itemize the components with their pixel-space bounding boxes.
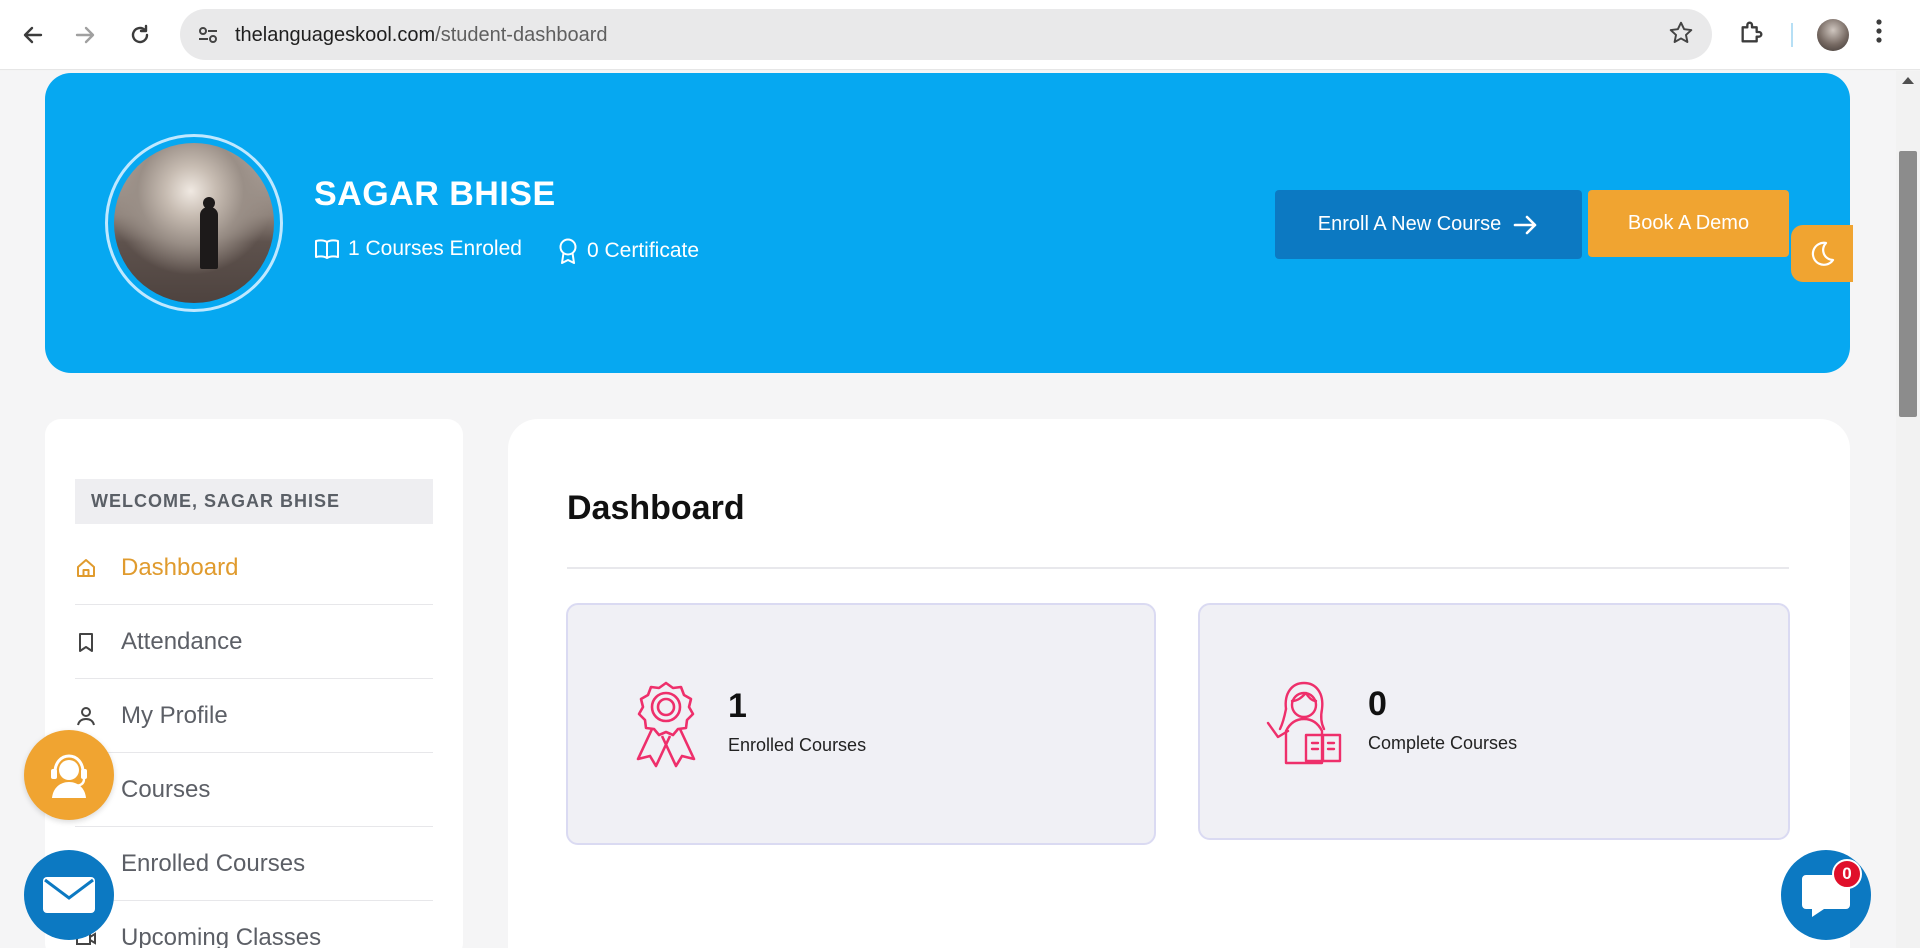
site-settings-icon[interactable] bbox=[196, 23, 220, 47]
sidebar-menu: Dashboard Attendance My Profile Courses bbox=[75, 531, 433, 948]
arrow-right-icon bbox=[1513, 215, 1537, 234]
enroll-new-course-button[interactable]: Enroll A New Course bbox=[1275, 190, 1582, 259]
courses-enrolled-text: 1 Courses Enroled bbox=[348, 237, 522, 260]
scroll-up-arrow-icon[interactable] bbox=[1902, 77, 1914, 84]
book-demo-button[interactable]: Book A Demo bbox=[1588, 190, 1789, 257]
demo-button-label: Book A Demo bbox=[1627, 212, 1750, 234]
certificate-text: 0 Certificate bbox=[587, 239, 700, 262]
sidebar-item-courses[interactable]: Courses bbox=[75, 753, 433, 827]
headset-agent-icon bbox=[51, 754, 87, 798]
toolbar-divider bbox=[1791, 23, 1793, 47]
certificate-meta: 0 Certificate bbox=[557, 237, 699, 265]
dark-mode-toggle[interactable] bbox=[1791, 225, 1853, 282]
url-path: /student-dashboard bbox=[435, 24, 608, 46]
dashboard-panel: Dashboard 1 Enrolled Courses 0 Complete … bbox=[508, 419, 1850, 948]
sidebar-item-my-profile[interactable]: My Profile bbox=[75, 679, 433, 753]
enrolled-courses-card: 1 Enrolled Courses bbox=[566, 603, 1156, 845]
sidebar-item-enrolled-courses[interactable]: Enrolled Courses bbox=[75, 827, 433, 901]
page-content: SAGAR BHISE 1 Courses Enroled 0 Certific… bbox=[0, 71, 1896, 948]
support-agent-button[interactable] bbox=[24, 730, 114, 820]
sidebar-item-dashboard[interactable]: Dashboard bbox=[75, 531, 433, 605]
home-icon bbox=[75, 557, 121, 579]
open-book-icon bbox=[315, 239, 339, 259]
sidebar-item-label: My Profile bbox=[121, 701, 228, 729]
reload-icon[interactable] bbox=[122, 17, 158, 53]
award-icon bbox=[559, 238, 577, 264]
courses-enrolled-meta: 1 Courses Enroled bbox=[314, 237, 522, 261]
page-title: Dashboard bbox=[567, 489, 745, 527]
browser-toolbar: thelanguageskool.com/student-dashboard bbox=[0, 0, 1920, 70]
chat-unread-badge: 0 bbox=[1832, 859, 1862, 889]
bookmark-icon bbox=[75, 631, 121, 653]
email-button[interactable] bbox=[24, 850, 114, 940]
sidebar-item-attendance[interactable]: Attendance bbox=[75, 605, 433, 679]
title-divider bbox=[567, 567, 1789, 569]
complete-courses-label: Complete Courses bbox=[1368, 733, 1518, 753]
avatar bbox=[105, 134, 283, 312]
sidebar: WELCOME, SAGAR BHISE Dashboard Attendanc… bbox=[45, 419, 463, 948]
award-ribbon-icon bbox=[626, 679, 706, 774]
welcome-heading: WELCOME, SAGAR BHISE bbox=[75, 479, 433, 524]
sidebar-item-label: Enrolled Courses bbox=[121, 849, 306, 877]
sidebar-item-label: Courses bbox=[121, 775, 211, 803]
browser-menu-icon[interactable] bbox=[1876, 18, 1882, 52]
enroll-button-label: Enroll A New Course bbox=[1317, 213, 1502, 235]
sidebar-item-upcoming-classes[interactable]: Upcoming Classes bbox=[75, 901, 433, 948]
url-host: thelanguageskool.com bbox=[235, 24, 436, 46]
extensions-puzzle-icon[interactable] bbox=[1738, 18, 1766, 51]
sidebar-item-label: Attendance bbox=[121, 627, 243, 655]
profile-banner: SAGAR BHISE 1 Courses Enroled 0 Certific… bbox=[45, 73, 1850, 373]
envelope-icon bbox=[43, 877, 95, 913]
sidebar-item-label: Upcoming Classes bbox=[121, 923, 322, 948]
back-arrow-icon[interactable] bbox=[15, 17, 51, 53]
bookmark-star-icon[interactable] bbox=[1668, 20, 1694, 53]
page-scrollbar[interactable] bbox=[1896, 71, 1920, 948]
sidebar-item-label: Dashboard bbox=[121, 553, 239, 581]
girl-reading-icon bbox=[1260, 679, 1348, 770]
browser-profile-avatar[interactable] bbox=[1817, 19, 1849, 51]
scrollbar-thumb[interactable] bbox=[1899, 151, 1917, 417]
enrolled-courses-count: 1 bbox=[728, 687, 747, 725]
forward-arrow-icon[interactable] bbox=[67, 17, 103, 53]
avatar-photo bbox=[114, 143, 274, 303]
complete-courses-card: 0 Complete Courses bbox=[1198, 603, 1790, 840]
moon-icon bbox=[1811, 241, 1835, 266]
enrolled-courses-label: Enrolled Courses bbox=[728, 735, 867, 755]
url-text: thelanguageskool.com/student-dashboard bbox=[235, 24, 607, 47]
user-name: SAGAR BHISE bbox=[314, 175, 556, 213]
complete-courses-count: 0 bbox=[1368, 685, 1387, 723]
user-icon bbox=[75, 705, 121, 727]
address-bar[interactable]: thelanguageskool.com/student-dashboard bbox=[180, 9, 1712, 60]
